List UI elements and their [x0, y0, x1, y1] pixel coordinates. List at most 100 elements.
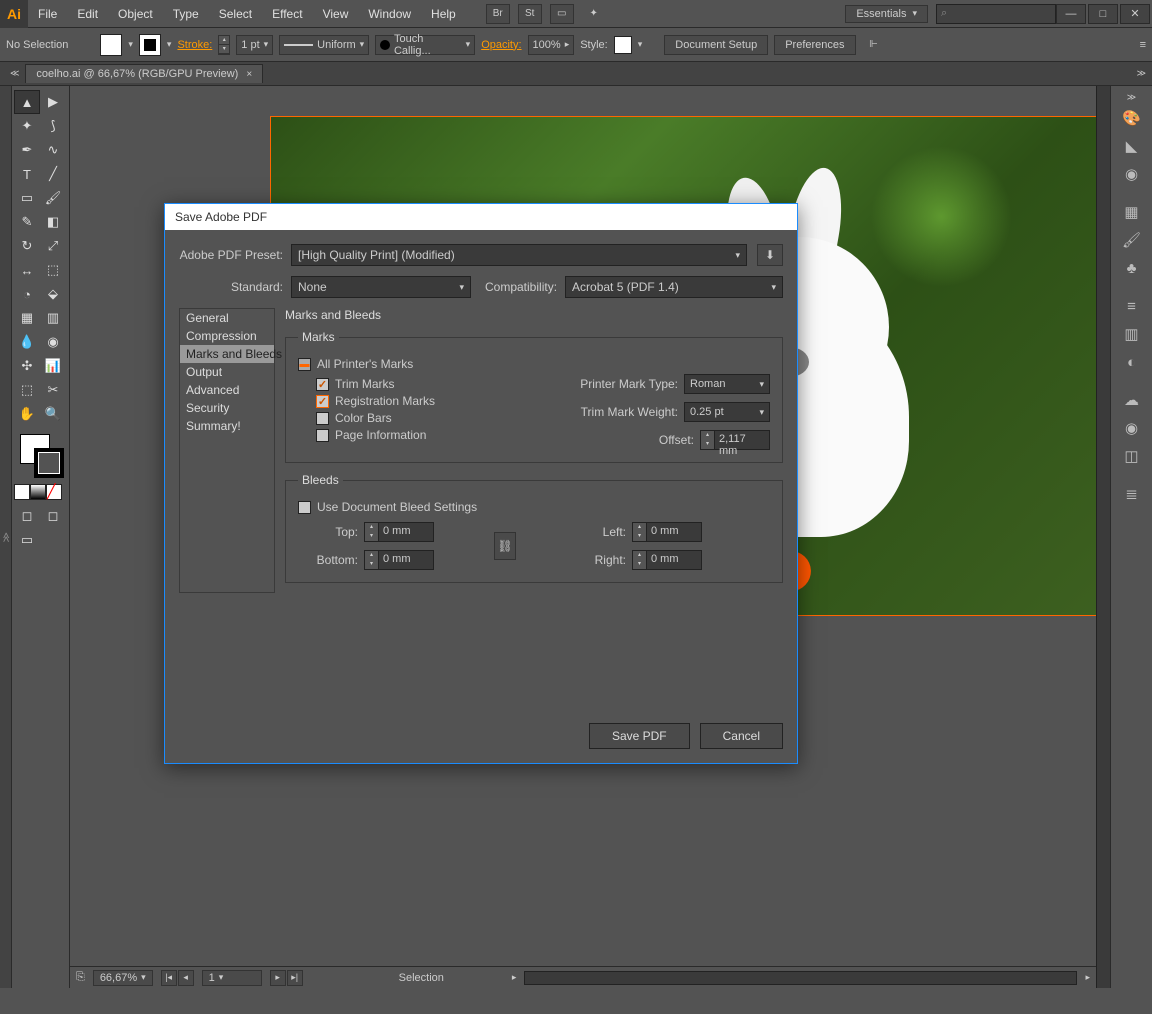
- sidebar-summary[interactable]: Summary!: [180, 417, 274, 435]
- magic-wand-tool[interactable]: ✦: [14, 114, 40, 138]
- dock-collapse-icon[interactable]: ≫: [1127, 92, 1136, 103]
- pageinfo-checkbox[interactable]: [316, 429, 329, 442]
- registration-marks-checkbox[interactable]: [316, 395, 329, 408]
- sidebar-output[interactable]: Output: [180, 363, 274, 381]
- type-tool[interactable]: T: [14, 162, 40, 186]
- sidebar-advanced[interactable]: Advanced: [180, 381, 274, 399]
- direct-selection-tool[interactable]: ▶: [40, 90, 66, 114]
- curvature-tool[interactable]: ∿: [40, 138, 66, 162]
- gradient-mode[interactable]: [30, 484, 46, 500]
- menu-view[interactable]: View: [313, 1, 359, 27]
- use-doc-bleed-checkbox[interactable]: [298, 501, 311, 514]
- standard-dropdown[interactable]: None▾: [291, 276, 471, 298]
- gpu-icon[interactable]: ✦: [582, 4, 606, 24]
- blend-tool[interactable]: ◉: [40, 330, 66, 354]
- preferences-button[interactable]: Preferences: [774, 35, 855, 55]
- graph-tool[interactable]: 📊: [40, 354, 66, 378]
- menu-window[interactable]: Window: [358, 1, 421, 27]
- artboard-page[interactable]: 1▾: [202, 970, 262, 986]
- selection-tool[interactable]: ▲: [14, 90, 40, 114]
- cancel-button[interactable]: Cancel: [700, 723, 783, 749]
- hand-tool[interactable]: ✋: [14, 402, 40, 426]
- layers-panel-icon[interactable]: ≣: [1117, 481, 1147, 507]
- tab-expand-icon[interactable]: ≪: [10, 68, 19, 79]
- menu-file[interactable]: File: [28, 1, 67, 27]
- trim-marks-checkbox[interactable]: [316, 378, 329, 391]
- artboard-nav-fwd[interactable]: ▸▸|: [270, 970, 303, 986]
- lasso-tool[interactable]: ⟆: [40, 114, 66, 138]
- scale-tool[interactable]: ⤢: [40, 234, 66, 258]
- appearance-panel-icon[interactable]: ◉: [1117, 415, 1147, 441]
- colorbars-checkbox[interactable]: [316, 412, 329, 425]
- shaper-tool[interactable]: ✎: [14, 210, 40, 234]
- recolor-icon[interactable]: ◉: [1117, 161, 1147, 187]
- h-scrollbar[interactable]: [524, 971, 1077, 985]
- color-guide-panel-icon[interactable]: ◣: [1117, 133, 1147, 159]
- compat-dropdown[interactable]: Acrobat 5 (PDF 1.4)▾: [565, 276, 783, 298]
- stroke-swatch[interactable]: [139, 34, 161, 56]
- tab-collapse-icon[interactable]: ≫: [1137, 68, 1146, 79]
- stroke-label[interactable]: Stroke:: [177, 39, 212, 51]
- maximize-button[interactable]: □: [1088, 4, 1118, 24]
- close-button[interactable]: ✕: [1120, 4, 1150, 24]
- workspace-dropdown[interactable]: Essentials▾: [845, 5, 928, 23]
- rectangle-tool[interactable]: ▭: [14, 186, 40, 210]
- panel-menu-icon[interactable]: ≡: [1140, 39, 1146, 51]
- symbols-panel-icon[interactable]: ♣: [1117, 255, 1147, 281]
- sidebar-security[interactable]: Security: [180, 399, 274, 417]
- stroke-stepper[interactable]: ▴▾: [218, 35, 230, 55]
- shape-builder-tool[interactable]: ◔: [14, 282, 40, 306]
- none-mode[interactable]: ╱: [46, 484, 62, 500]
- arrange-icon[interactable]: ▭: [550, 4, 574, 24]
- tool-dock-grip[interactable]: ≪: [0, 86, 12, 988]
- stroke-panel-icon[interactable]: ≡: [1117, 293, 1147, 319]
- transparency-panel-icon[interactable]: ◐: [1117, 349, 1147, 375]
- color-panel-icon[interactable]: 🎨: [1117, 105, 1147, 131]
- width-tool[interactable]: ↔: [14, 258, 40, 282]
- document-setup-button[interactable]: Document Setup: [664, 35, 768, 55]
- menu-object[interactable]: Object: [108, 1, 163, 27]
- eraser-tool[interactable]: ◧: [40, 210, 66, 234]
- preset-dropdown[interactable]: [High Quality Print] (Modified)▾: [291, 244, 747, 266]
- tab-close-icon[interactable]: ×: [246, 69, 252, 80]
- mark-weight-dropdown[interactable]: 0.25 pt▾: [684, 402, 770, 422]
- free-transform-tool[interactable]: ⬚: [40, 258, 66, 282]
- draw-normal[interactable]: ◻: [14, 504, 40, 528]
- perspective-tool[interactable]: ⬙: [40, 282, 66, 306]
- gradient-panel-icon[interactable]: ▥: [1117, 321, 1147, 347]
- rotate-tool[interactable]: ↻: [14, 234, 40, 258]
- sidebar-compression[interactable]: Compression: [180, 327, 274, 345]
- stock-icon[interactable]: St: [518, 4, 542, 24]
- brush-tool[interactable]: 🖌: [40, 186, 66, 210]
- opacity-label[interactable]: Opacity:: [481, 39, 521, 51]
- bleed-right-input[interactable]: ▴▾0 mm: [632, 550, 702, 570]
- zoom-tool[interactable]: 🔍: [40, 402, 66, 426]
- fill-swatch[interactable]: [100, 34, 122, 56]
- menu-type[interactable]: Type: [163, 1, 209, 27]
- gradient-tool[interactable]: ▥: [40, 306, 66, 330]
- artboard-tool[interactable]: ⬚: [14, 378, 40, 402]
- symbol-sprayer-tool[interactable]: ✣: [14, 354, 40, 378]
- all-marks-checkbox[interactable]: ▬: [298, 358, 311, 371]
- search-input[interactable]: ⌕: [936, 4, 1056, 24]
- sidebar-general[interactable]: General: [180, 309, 274, 327]
- align-icon[interactable]: ⊩: [862, 35, 886, 55]
- graphic-styles-panel-icon[interactable]: ◫: [1117, 443, 1147, 469]
- libraries-panel-icon[interactable]: ☁: [1117, 387, 1147, 413]
- sidebar-marks-bleeds[interactable]: Marks and Bleeds: [180, 345, 274, 363]
- export-icon[interactable]: ⎘: [76, 971, 85, 984]
- bridge-icon[interactable]: Br: [486, 4, 510, 24]
- color-mode[interactable]: [14, 484, 30, 500]
- brushes-panel-icon[interactable]: 🖌: [1117, 227, 1147, 253]
- offset-input[interactable]: ▴▾2,117 mm: [700, 430, 770, 450]
- menu-effect[interactable]: Effect: [262, 1, 312, 27]
- canvas-area[interactable]: Save Adobe PDF Adobe PDF Preset: [High Q…: [70, 86, 1096, 988]
- menu-select[interactable]: Select: [209, 1, 262, 27]
- menu-help[interactable]: Help: [421, 1, 466, 27]
- mesh-tool[interactable]: ▦: [14, 306, 40, 330]
- bleed-left-input[interactable]: ▴▾0 mm: [632, 522, 702, 542]
- minimize-button[interactable]: —: [1056, 4, 1086, 24]
- style-swatch[interactable]: [614, 36, 632, 54]
- link-bleeds-icon[interactable]: ⛓: [494, 532, 516, 560]
- artboard-nav[interactable]: |◂◂: [161, 970, 194, 986]
